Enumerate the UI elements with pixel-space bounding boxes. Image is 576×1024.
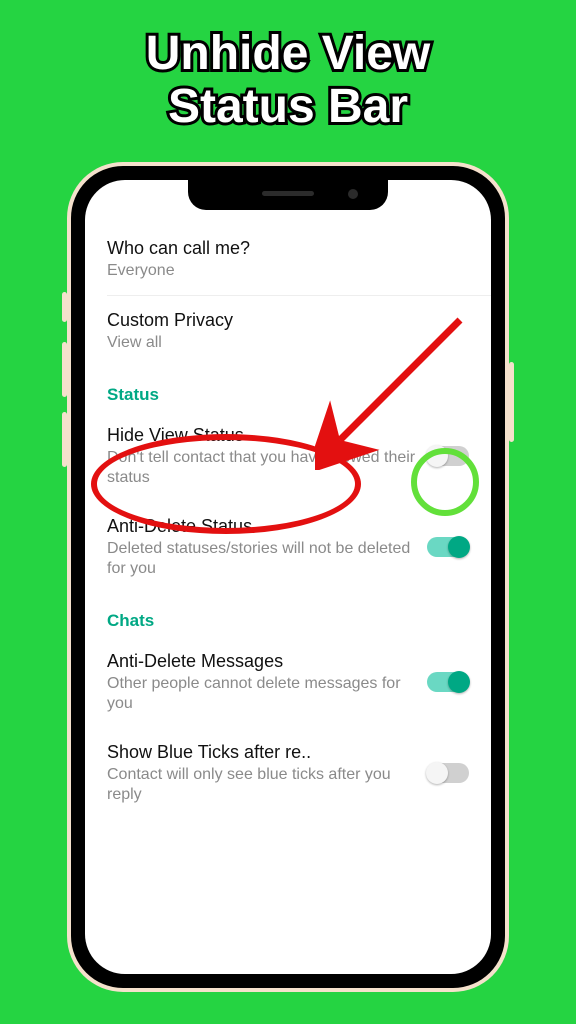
row-subtitle: Don't tell contact that you have viewed … <box>107 448 417 488</box>
who-can-call-row[interactable]: Who can call me? Everyone <box>85 224 491 295</box>
hide-view-status-row[interactable]: Hide View Status Don't tell contact that… <box>85 411 491 502</box>
camera-icon <box>348 189 358 199</box>
row-subtitle: Deleted statuses/stories will not be del… <box>107 539 417 579</box>
section-header-chats: Chats <box>85 593 491 637</box>
anti-delete-messages-toggle[interactable] <box>427 672 469 692</box>
row-title: Custom Privacy <box>107 310 469 331</box>
anti-delete-status-toggle[interactable] <box>427 537 469 557</box>
row-title: Anti-Delete Messages <box>107 651 417 672</box>
toggle-knob <box>448 536 470 558</box>
power-button <box>509 362 514 442</box>
speaker-icon <box>262 191 314 196</box>
anti-delete-messages-row[interactable]: Anti-Delete Messages Other people cannot… <box>85 637 491 728</box>
title-line-1: Unhide View <box>146 27 431 80</box>
page-title: Unhide View Status Bar <box>0 0 576 144</box>
row-subtitle: Everyone <box>107 261 469 281</box>
toggle-knob <box>426 445 448 467</box>
row-subtitle: View all <box>107 333 469 353</box>
row-title: Hide View Status <box>107 425 417 446</box>
row-subtitle: Contact will only see blue ticks after y… <box>107 765 417 805</box>
title-line-2: Status Bar <box>168 80 408 133</box>
row-title: Anti-Delete Status <box>107 516 417 537</box>
row-title: Who can call me? <box>107 238 469 259</box>
custom-privacy-row[interactable]: Custom Privacy View all <box>85 296 491 367</box>
phone-mockup: Who can call me? Everyone Custom Privacy… <box>67 162 509 992</box>
phone-screen: Who can call me? Everyone Custom Privacy… <box>85 180 491 974</box>
hide-view-status-toggle[interactable] <box>427 446 469 466</box>
toggle-knob <box>448 671 470 693</box>
blue-ticks-toggle[interactable] <box>427 763 469 783</box>
blue-ticks-row[interactable]: Show Blue Ticks after re.. Contact will … <box>85 728 491 819</box>
anti-delete-status-row[interactable]: Anti-Delete Status Deleted statuses/stor… <box>85 502 491 593</box>
row-subtitle: Other people cannot delete messages for … <box>107 674 417 714</box>
row-title: Show Blue Ticks after re.. <box>107 742 417 763</box>
phone-notch <box>188 180 388 210</box>
section-header-status: Status <box>85 367 491 411</box>
toggle-knob <box>426 762 448 784</box>
